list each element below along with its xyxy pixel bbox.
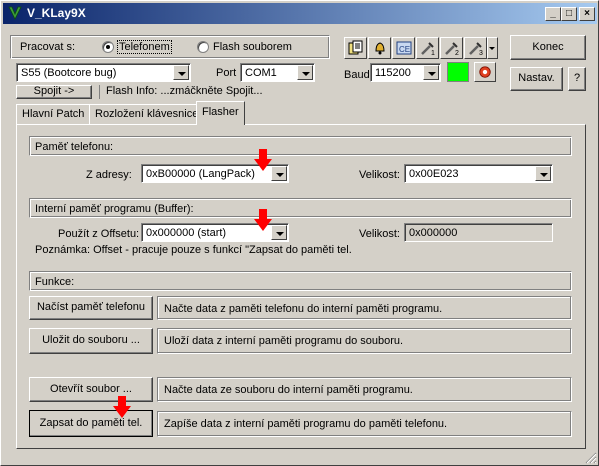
tools-3-icon[interactable]: 3 — [464, 37, 487, 59]
phone-size-value: 0x00E023 — [409, 168, 459, 180]
offset-note: Poznámka: Offset - pracuje pouze s funkc… — [35, 244, 352, 256]
write-phone-memory-desc: Zapíše data z interní paměti programu do… — [157, 411, 572, 437]
save-to-file-desc-text: Uloží data z interní paměti programu do … — [164, 335, 404, 347]
flash-info: Flash Info: ...zmáčkněte Spojit... — [99, 85, 263, 99]
maximize-button[interactable]: □ — [561, 7, 577, 21]
chevron-down-icon[interactable] — [173, 65, 189, 80]
buffer-size-field: 0x000000 — [404, 223, 553, 242]
phone-model-value: S55 (Bootcore bug) — [21, 67, 117, 79]
open-file-desc-text: Načte data ze souboru do interní paměti … — [164, 384, 413, 396]
red-arrow-icon — [254, 209, 272, 231]
chevron-down-icon[interactable] — [423, 65, 439, 80]
tab-keyboard-layout[interactable]: Rozložení klávesnice — [89, 104, 205, 124]
chevron-down-icon[interactable] — [297, 65, 313, 80]
book-icon[interactable] — [344, 37, 367, 59]
settings-button[interactable]: Nastav. — [510, 67, 563, 91]
bell-icon[interactable] — [368, 37, 391, 59]
tools-2-icon[interactable]: 2 — [440, 37, 463, 59]
tab-flasher[interactable]: Flasher — [196, 101, 245, 125]
open-file-button[interactable]: Otevřít soubor ... — [29, 377, 153, 402]
connect-button[interactable]: Spojit -> — [16, 85, 92, 99]
radio-phone-label[interactable]: Telefonem — [117, 40, 172, 54]
write-phone-memory-desc-text: Zapíše data z interní paměti programu do… — [164, 418, 448, 430]
help-button[interactable]: ? — [568, 67, 586, 91]
read-phone-memory-button[interactable]: Načíst paměť telefonu — [29, 296, 153, 320]
radio-phone[interactable] — [102, 41, 114, 53]
connection-status-indicator — [447, 62, 469, 82]
save-to-file-button[interactable]: Uložit do souboru ... — [29, 328, 153, 354]
resize-grip-icon[interactable] — [584, 451, 597, 464]
buffer-size-label: Velikost: — [359, 228, 400, 240]
tab-main-patch[interactable]: Hlavní Patch — [16, 104, 91, 124]
from-address-label: Z adresy: — [86, 169, 132, 181]
radio-flash-file[interactable] — [197, 41, 209, 53]
buffer-size-value: 0x000000 — [409, 227, 458, 239]
title-bar[interactable]: V_KLay9X _ □ × — [3, 3, 597, 24]
baud-value: 115200 — [375, 67, 411, 79]
svg-text:3: 3 — [479, 50, 483, 56]
chevron-down-icon[interactable] — [271, 166, 287, 181]
phone-size-select[interactable]: 0x00E023 — [404, 164, 553, 183]
port-select[interactable]: COM1 — [240, 63, 315, 82]
phone-size-label: Velikost: — [359, 169, 400, 181]
save-to-file-desc: Uloží data z interní paměti programu do … — [157, 328, 572, 354]
phone-memory-title: Paměť telefonu: — [35, 141, 114, 153]
exit-button[interactable]: Konec — [510, 35, 586, 60]
tools-1-icon[interactable]: 1 — [416, 37, 439, 59]
toolbar-dropdown-icon[interactable] — [487, 37, 498, 59]
app-window: V_KLay9X _ □ × Pracovat s: Telefonem Fla… — [0, 0, 599, 466]
baud-label: Baud — [344, 69, 370, 81]
red-arrow-icon — [113, 396, 131, 418]
work-with-label: Pracovat s: — [20, 41, 76, 53]
offset-value: 0x000000 (start) — [146, 227, 227, 239]
phone-model-select[interactable]: S55 (Bootcore bug) — [16, 63, 191, 82]
baud-select[interactable]: 115200 — [370, 63, 441, 82]
red-arrow-icon — [254, 149, 272, 171]
chevron-down-icon[interactable] — [535, 166, 551, 181]
chevron-down-icon[interactable] — [271, 225, 287, 240]
read-phone-memory-desc: Načte data z paměti telefonu do interní … — [157, 296, 572, 320]
offset-label: Použít z Offsetu: — [58, 228, 140, 240]
radio-flash-file-label[interactable]: Flash souborem — [213, 41, 292, 53]
ce-icon[interactable]: CE — [392, 37, 415, 59]
svg-text:1: 1 — [431, 50, 435, 56]
minimize-button[interactable]: _ — [545, 7, 561, 21]
app-icon — [8, 6, 22, 20]
open-file-desc: Načte data ze souboru do interní paměti … — [157, 377, 572, 402]
write-phone-memory-button[interactable]: Zapsat do paměti tel. — [29, 410, 153, 437]
from-address-value: 0xB00000 (LangPack) — [146, 168, 255, 180]
functions-title: Funkce: — [35, 276, 75, 288]
svg-text:CE: CE — [399, 45, 410, 54]
gear-icon[interactable] — [474, 62, 496, 82]
read-phone-memory-desc-text: Načte data z paměti telefonu do interní … — [164, 303, 443, 315]
window-title: V_KLay9X — [27, 6, 86, 20]
close-button[interactable]: × — [579, 7, 595, 21]
port-label: Port — [216, 67, 237, 79]
functions-header — [29, 271, 572, 291]
svg-text:2: 2 — [455, 50, 459, 56]
port-value: COM1 — [245, 67, 277, 79]
buffer-title: Interní paměť programu (Buffer): — [35, 203, 194, 215]
